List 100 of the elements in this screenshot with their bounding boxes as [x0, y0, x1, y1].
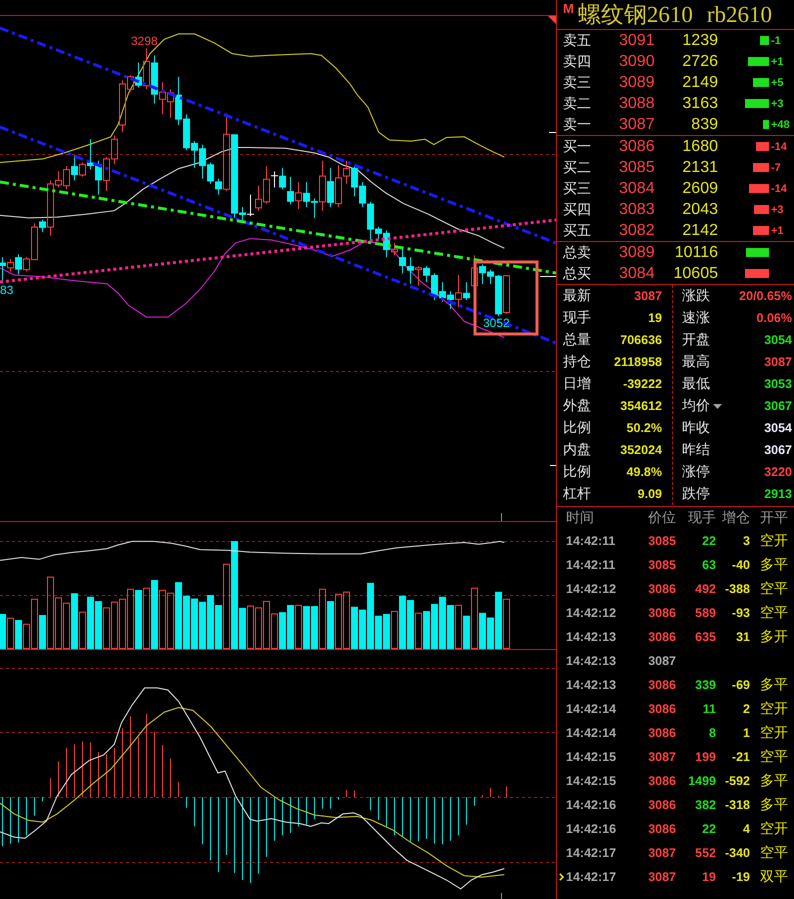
stat-label: 比例 [563, 419, 591, 437]
book-price: 3082 [619, 222, 655, 240]
book-label: 卖三 [563, 74, 592, 92]
stat-value: 50.2% [626, 421, 662, 435]
doji-candle [246, 194, 254, 217]
volume-change: +48 [770, 118, 790, 130]
tick-volume: 8 [709, 726, 716, 740]
rising-candle [503, 274, 510, 314]
tick-position-change: -19 [732, 870, 750, 884]
falling-candle [71, 154, 78, 181]
tick-time: 14:42:16 [566, 798, 616, 812]
volume-change: -14 [770, 182, 787, 194]
tick-price: 3086 [648, 582, 676, 596]
book-volume: 10116 [674, 244, 718, 262]
book-volume: 1680 [682, 138, 718, 156]
tick-time: 14:42:13 [566, 630, 616, 644]
tick-time: 14:42:17 [566, 846, 616, 860]
stat-value: 3054 [764, 421, 792, 435]
book-price: 3088 [619, 94, 655, 112]
tick-time: 14:42:12 [566, 582, 616, 596]
falling-candle [463, 282, 470, 300]
volume-change: -7 [770, 162, 781, 174]
volume-change: +1 [770, 224, 784, 236]
column-header: 价位 [648, 509, 676, 527]
depth-bar [762, 120, 769, 129]
tick-volume: 492 [695, 582, 716, 596]
tick-time: 14:42:14 [566, 726, 616, 740]
tick-time: 14:42:11 [566, 534, 616, 548]
rising-candle [7, 258, 14, 272]
stat-label: 比例 [563, 463, 591, 481]
falling-candle [327, 167, 334, 208]
instrument-code: rb2610 [706, 3, 772, 26]
stat-value: 3054 [764, 333, 792, 347]
book-label: 总买 [563, 264, 592, 282]
depth-bar [754, 205, 769, 214]
book-volume: 2131 [682, 158, 718, 176]
tick-action: 多开 [759, 628, 789, 646]
price-label: 3298 [131, 34, 158, 48]
book-label: 总卖 [563, 244, 592, 262]
tick-time: 14:42:13 [566, 654, 616, 668]
stat-label: 最低 [682, 375, 710, 393]
tick-position-change: -340 [724, 846, 750, 860]
tick-action: 空开 [759, 724, 789, 742]
tick-time: 14:42:16 [566, 822, 616, 836]
tick-time: 14:42:14 [566, 702, 616, 716]
stat-value: 2118958 [614, 355, 662, 369]
tick-price: 3086 [648, 798, 676, 812]
stat-value: 0.06% [756, 311, 792, 325]
tick-position-change: -40 [732, 558, 750, 572]
book-volume: 2142 [682, 222, 718, 240]
stat-value: 3053 [764, 377, 792, 391]
stat-label: 涨停 [682, 463, 710, 481]
tick-action: 空平 [759, 604, 789, 622]
book-label: 买五 [563, 222, 592, 240]
stat-value: 352024 [620, 443, 662, 457]
tick-price: 3086 [648, 630, 676, 644]
tick-position-change: -318 [724, 798, 750, 812]
tick-position-change: 4 [743, 822, 750, 836]
tick-price: 3086 [648, 702, 676, 716]
stat-label: 外盘 [563, 397, 591, 415]
stat-label: 最新 [563, 287, 591, 305]
rising-candle [391, 242, 398, 256]
tick-volume: 199 [695, 750, 716, 764]
book-volume: 2726 [682, 52, 718, 70]
tick-action: 多平 [759, 676, 789, 694]
book-volume: 839 [691, 116, 718, 134]
stat-value: 3087 [764, 355, 792, 369]
falling-candle [151, 54, 158, 104]
tick-position-change: -93 [732, 606, 750, 620]
depth-bar [745, 99, 769, 108]
tick-position-change: 31 [736, 630, 750, 644]
tick-time: 14:42:13 [566, 678, 616, 692]
tick-position-change: 2 [743, 702, 750, 716]
depth-bar [752, 78, 769, 87]
tick-volume: 22 [702, 822, 716, 836]
book-label: 卖五 [563, 32, 592, 50]
book-label: 卖四 [563, 52, 592, 70]
tick-position-change: -388 [724, 582, 750, 596]
volume-change: -1 [770, 34, 781, 46]
book-label: 买四 [563, 200, 592, 218]
rising-candle [295, 182, 302, 210]
dropdown-caret-icon[interactable] [713, 404, 722, 408]
stat-label: 昨结 [682, 441, 710, 459]
depth-bar [752, 226, 769, 235]
stat-value: 20/0.65% [739, 289, 792, 303]
stat-label: 涨跌 [682, 287, 710, 305]
volume-change: -14 [770, 140, 787, 152]
rising-candle [455, 274, 462, 308]
stat-value: 706636 [620, 333, 662, 347]
book-price: 3090 [619, 52, 655, 70]
rising-candle [471, 254, 478, 288]
stat-label: 均价 [682, 397, 710, 415]
tick-volume: 1499 [688, 774, 716, 788]
doji-candle [270, 170, 278, 188]
tick-action: 多平 [759, 556, 789, 574]
tick-action: 多平 [759, 772, 789, 790]
tick-action: 双平 [759, 868, 789, 886]
stat-value: 9.09 [638, 487, 662, 501]
tick-price: 3087 [648, 654, 676, 668]
depth-bar [752, 163, 769, 172]
